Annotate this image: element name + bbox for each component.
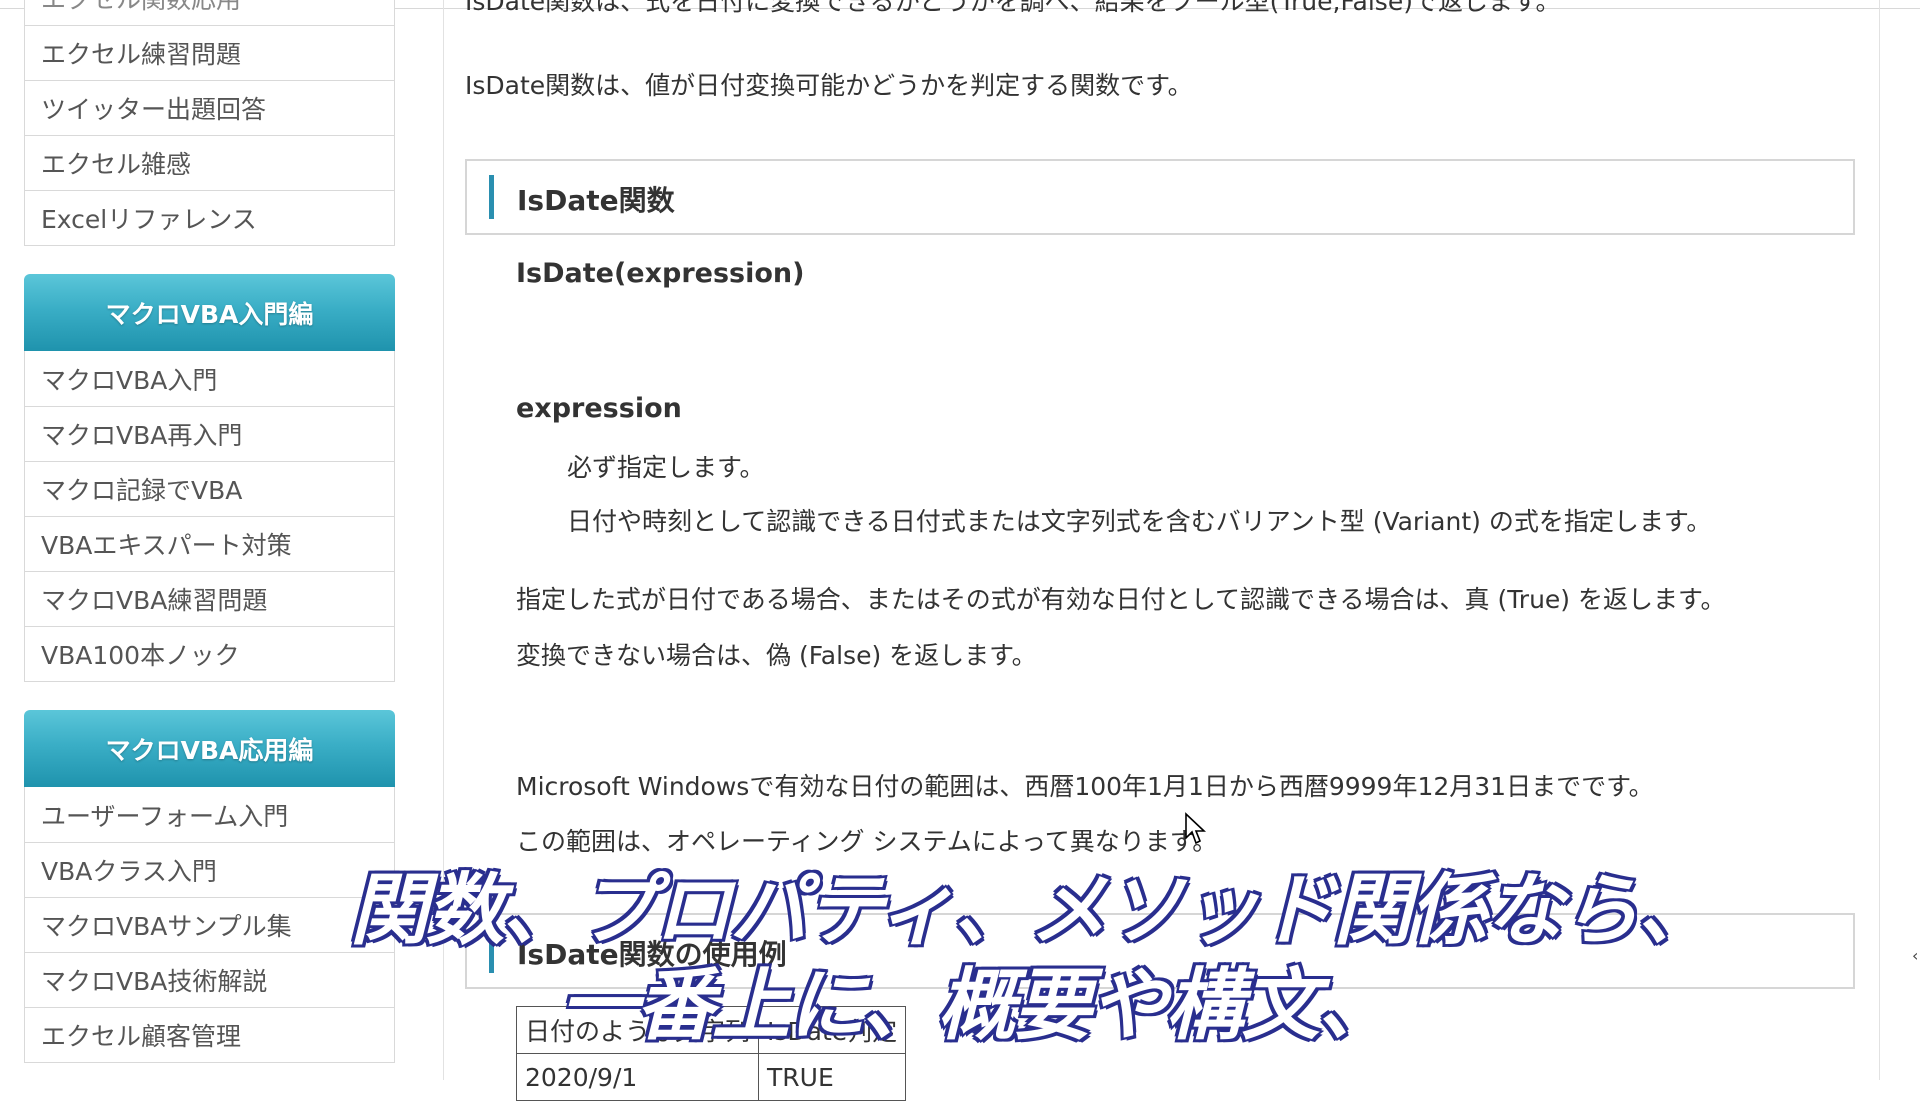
- table-header-cell: 日付のような文字列: [515, 1006, 760, 1054]
- sidebar-item[interactable]: エクセル雑感: [25, 135, 394, 190]
- date-range-note: Microsoft Windowsで有効な日付の範囲は、西暦100年1月1日から…: [516, 772, 1654, 801]
- sidebar-item[interactable]: VBAクラス入門: [25, 842, 394, 897]
- sidebar-item[interactable]: Excelリファレンス: [25, 190, 394, 245]
- sidebar-menu-vba-advanced: ユーザーフォーム入門 VBAクラス入門 マクロVBAサンプル集 マクロVBA技術…: [24, 787, 395, 1063]
- sidebar-item-label: マクロVBAサンプル集: [41, 912, 292, 941]
- sidebar-item[interactable]: マクロVBA入門: [25, 351, 394, 406]
- sidebar-menu-vba-intro: マクロVBA入門 マクロVBA再入門 マクロ記録でVBA VBAエキスパート対策…: [24, 351, 395, 682]
- table-header-cell: IsDate判定: [758, 1006, 907, 1054]
- table-cell: 2020/9/1: [515, 1053, 760, 1101]
- paragraph: IsDate関数は、式を日付に変換できるかどうかを調べ、結果をブール型(True…: [465, 0, 1561, 16]
- sidebar-item-label: マクロVBA練習問題: [41, 586, 268, 615]
- sidebar-item-label: エクセル関数応用: [41, 0, 241, 16]
- sidebar-item[interactable]: エクセル関数応用: [25, 0, 394, 25]
- intro-paragraph: IsDate関数は、値が日付変換可能かどうかを判定する関数です。: [465, 71, 1193, 100]
- sidebar-item-label: マクロVBA再入門: [41, 421, 243, 450]
- heading-accent-bar: [489, 175, 494, 219]
- sidebar-item[interactable]: エクセル練習問題: [25, 25, 394, 80]
- sidebar-item[interactable]: ユーザーフォーム入門: [25, 787, 394, 842]
- heading-text: IsDate関数: [517, 184, 675, 217]
- sidebar-item-label: ツイッター出題回答: [41, 95, 267, 124]
- table-cell: TRUE: [758, 1053, 907, 1101]
- main-border: [1879, 0, 1880, 1080]
- section-header-vba-intro: マクロVBA入門編: [24, 274, 395, 351]
- sidebar-item[interactable]: VBA100本ノック: [25, 626, 394, 681]
- sidebar-item[interactable]: エクセル顧客管理: [25, 1007, 394, 1062]
- section-header-vba-advanced: マクロVBA応用編: [24, 710, 395, 787]
- sidebar-item-label: マクロVBA入門: [41, 365, 218, 395]
- sidebar-item-label: マクロVBA技術解説: [41, 967, 268, 996]
- sidebar-item-label: VBAクラス入門: [41, 857, 217, 886]
- sidebar-item-label: Excelリファレンス: [41, 205, 257, 234]
- sidebar-item[interactable]: マクロVBA練習問題: [25, 571, 394, 626]
- example-table: 日付のような文字列 IsDate判定 2020/9/1 TRUE: [515, 1006, 907, 1101]
- sidebar-item-label: エクセル練習問題: [41, 40, 242, 69]
- table-row: 2020/9/1 TRUE: [515, 1053, 907, 1101]
- sidebar-item[interactable]: マクロVBA技術解説: [25, 952, 394, 1007]
- param-name: expression: [516, 393, 682, 424]
- sidebar-item-label: VBA100本ノック: [41, 641, 240, 670]
- sidebar-menu-top: エクセル関数応用 エクセル練習問題 ツイッター出題回答 エクセル雑感 Excel…: [24, 0, 395, 246]
- sidebar-item-label: VBAエキスパート対策: [41, 531, 292, 560]
- section-heading: IsDate関数: [465, 159, 1855, 235]
- return-false-text: 変換できない場合は、偽 (False) を返します。: [516, 641, 1037, 670]
- syntax-line: IsDate(expression): [516, 258, 805, 289]
- sidebar-item[interactable]: マクロVBAサンプル集: [25, 897, 394, 952]
- heading-text: IsDate関数の使用例: [517, 938, 787, 971]
- sidebar: エクセル関数応用 エクセル練習問題 ツイッター出題回答 エクセル雑感 Excel…: [24, 0, 395, 1063]
- sidebar-item[interactable]: マクロ記録でVBA: [25, 461, 394, 516]
- sidebar-item[interactable]: VBAエキスパート対策: [25, 516, 394, 571]
- heading-accent-bar: [489, 929, 494, 973]
- os-range-note: この範囲は、オペレーティング システムによって異なります。: [516, 827, 1218, 856]
- scroll-marker-icon: ‹: [1912, 946, 1919, 965]
- param-description: 日付や時刻として認識できる日付式または文字列式を含むバリアント型 (Varian…: [567, 507, 1712, 536]
- section-heading: IsDate関数の使用例: [465, 913, 1855, 989]
- mouse-pointer-icon: [1185, 812, 1207, 845]
- param-required: 必ず指定します。: [567, 453, 765, 482]
- sidebar-item[interactable]: マクロVBA再入門: [25, 406, 394, 461]
- main-border: [443, 0, 444, 1080]
- return-true-text: 指定した式が日付である場合、またはその式が有効な日付として認識できる場合は、真 …: [516, 585, 1726, 614]
- sidebar-item-label: ユーザーフォーム入門: [41, 801, 289, 831]
- sidebar-item-label: エクセル雑感: [41, 150, 192, 179]
- sidebar-item-label: エクセル顧客管理: [41, 1022, 242, 1051]
- table-header-row: 日付のような文字列 IsDate判定: [515, 1006, 907, 1054]
- sidebar-item[interactable]: ツイッター出題回答: [25, 80, 394, 135]
- sidebar-item-label: マクロ記録でVBA: [41, 476, 243, 505]
